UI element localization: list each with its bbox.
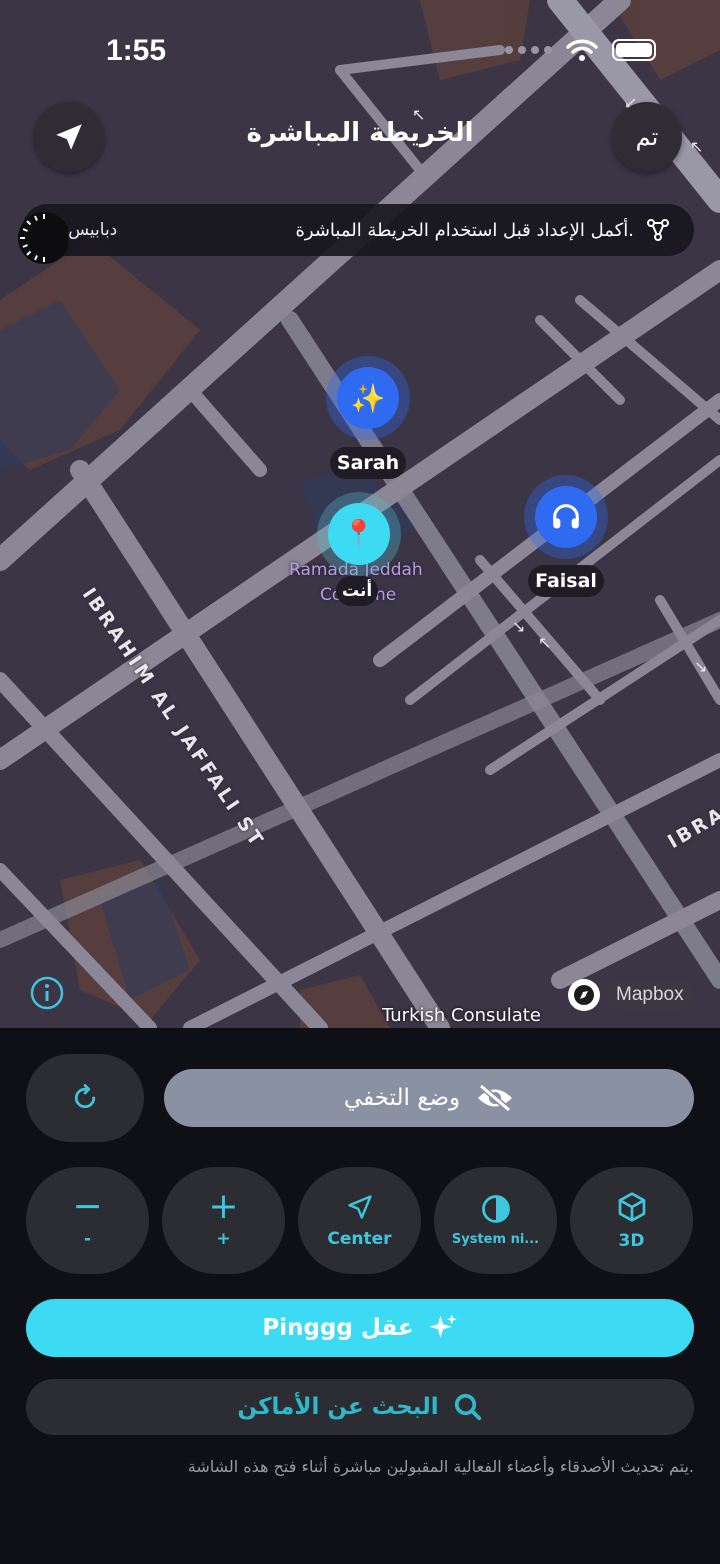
search-icon (454, 1393, 481, 1421)
done-button[interactable]: تم (612, 102, 682, 172)
navigation-arrow-icon (347, 1194, 372, 1219)
pin-icon: 📍 (328, 503, 390, 565)
route-icon (647, 219, 669, 241)
search-places-button[interactable]: البحث عن الأماكن (26, 1379, 694, 1435)
theme-button[interactable]: System ni... (434, 1167, 557, 1274)
headphones-icon (535, 486, 597, 548)
svg-text:↘: ↘ (512, 617, 525, 636)
eye-slash-icon (478, 1083, 513, 1113)
friend-name-2: Faisal (528, 565, 604, 597)
status-time: 1:55 (106, 34, 167, 67)
footnote: يتم تحديث الأصدقاء وأعضاء الفعالية المقب… (187, 1457, 694, 1476)
friend-name: Sarah (330, 447, 406, 479)
stealth-mode-button[interactable]: وضع التخفي (164, 1069, 694, 1127)
stealth-label: وضع التخفي (343, 1085, 461, 1111)
map-place-label: Turkish Consulate (382, 1005, 541, 1026)
svg-text:↖: ↖ (538, 633, 551, 652)
mapbox-logo-icon (568, 979, 600, 1011)
setup-banner[interactable]: 3 دبابيس أكمل الإعداد قبل استخدام الخريط… (22, 204, 694, 256)
mapbox-attribution[interactable]: Mapbox (568, 976, 706, 1014)
live-map[interactable]: ↘ ↖ ↘ ↖ ↙ ↖ IBRAHIM AL JAFFALI ST IBRA R… (0, 0, 720, 1028)
timer-ring-icon (18, 212, 68, 264)
zoom-out-label: - (83, 1228, 92, 1249)
3d-button[interactable]: 3D (570, 1167, 693, 1274)
center-button[interactable]: Center (298, 1167, 421, 1274)
self-name: أنت (336, 576, 379, 606)
ping-button[interactable]: Pinggg عقل (26, 1299, 694, 1357)
mapbox-label: Mapbox (606, 980, 694, 1010)
ping-label: Pinggg عقل (262, 1315, 414, 1341)
3d-label: 3D (618, 1230, 645, 1251)
self-marker[interactable]: 📍 (317, 492, 401, 576)
center-label: Center (327, 1228, 392, 1249)
battery-icon (612, 39, 656, 61)
refresh-icon (74, 1084, 96, 1109)
status-bar: 1:55 (0, 0, 720, 100)
minus-icon: − (72, 1185, 103, 1227)
setup-message: أكمل الإعداد قبل استخدام الخريطة المباشر… (295, 219, 634, 241)
cube-icon (618, 1191, 645, 1222)
zoom-out-button[interactable]: − - (26, 1167, 149, 1274)
wifi-icon (566, 39, 598, 61)
poi-label-3: ne (375, 585, 397, 605)
zoom-in-label: + (216, 1228, 231, 1249)
svg-text:↘: ↘ (694, 657, 707, 676)
contrast-icon (481, 1195, 510, 1223)
control-panel: وضع التخفي − - + + Center System ni... 3… (0, 1028, 720, 1564)
zoom-in-button[interactable]: + + (162, 1167, 285, 1274)
friend-marker-faisal[interactable] (524, 475, 608, 559)
sparkles-icon: ✨ (337, 367, 399, 429)
info-icon[interactable] (30, 976, 64, 1010)
refresh-button[interactable] (26, 1054, 144, 1142)
search-label: البحث عن الأماكن (237, 1394, 439, 1420)
friend-marker-sarah[interactable]: ✨ (326, 356, 410, 440)
sparkles-icon (428, 1314, 457, 1338)
signal-dots-icon (505, 46, 552, 54)
theme-label: System ni... (451, 1232, 540, 1247)
plus-icon: + (208, 1185, 239, 1227)
